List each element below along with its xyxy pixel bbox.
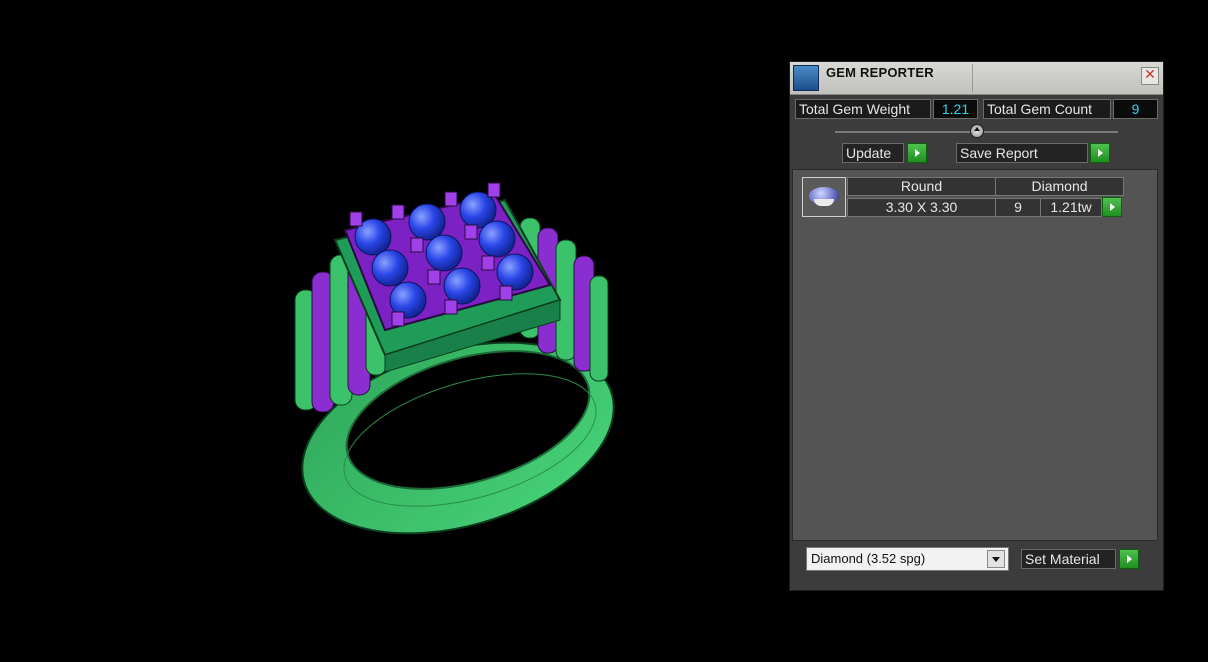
- set-material-play-icon[interactable]: [1119, 549, 1139, 569]
- diamond-gem-icon: [802, 177, 846, 217]
- total-gem-weight-value: 1.21: [933, 99, 978, 119]
- gem-row-play-icon[interactable]: [1102, 197, 1122, 217]
- title-bar[interactable]: GEM REPORTER ✕: [790, 62, 1163, 95]
- gem-reporter-app-icon: [793, 65, 819, 91]
- slider-knob[interactable]: [970, 124, 984, 138]
- gem-list[interactable]: [792, 169, 1158, 541]
- gem-material-header: Diamond: [995, 177, 1124, 196]
- ring-model[interactable]: [0, 0, 780, 658]
- chevron-down-icon[interactable]: [987, 550, 1005, 568]
- set-material-button[interactable]: Set Material: [1021, 549, 1116, 569]
- total-gem-count-value: 9: [1113, 99, 1158, 119]
- gem-shape-header: Round: [847, 177, 996, 196]
- title-separator: [972, 64, 973, 92]
- 3d-viewport[interactable]: [0, 0, 780, 658]
- update-button[interactable]: Update: [842, 143, 904, 163]
- total-gem-weight-label: Total Gem Weight: [795, 99, 931, 119]
- update-play-icon[interactable]: [907, 143, 927, 163]
- gem-size-cell: 3.30 X 3.30: [847, 198, 996, 217]
- save-report-play-icon[interactable]: [1090, 143, 1110, 163]
- save-report-button[interactable]: Save Report: [956, 143, 1088, 163]
- gem-reporter-panel: GEM REPORTER ✕ Total Gem Weight 1.21 Tot…: [789, 61, 1164, 591]
- material-select[interactable]: Diamond (3.52 spg): [806, 547, 1009, 571]
- gem-weight-cell: 1.21tw: [1040, 198, 1102, 217]
- close-icon[interactable]: ✕: [1141, 67, 1159, 85]
- gem-count-cell: 9: [995, 198, 1041, 217]
- total-gem-count-label: Total Gem Count: [983, 99, 1111, 119]
- panel-title: GEM REPORTER: [826, 65, 934, 80]
